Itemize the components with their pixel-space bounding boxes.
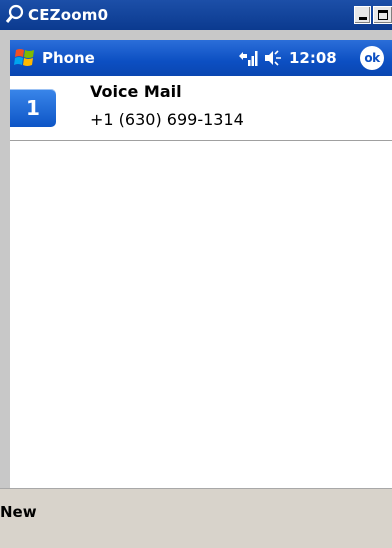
ok-button[interactable]: ok [360, 46, 384, 70]
contact-number: +1 (630) 699-1314 [90, 110, 244, 129]
clock-time[interactable]: 12:08 [289, 49, 337, 67]
app-title[interactable]: Phone [42, 49, 95, 67]
speed-dial-item[interactable]: 1 Voice Mail +1 (630) 699-1314 [10, 76, 392, 141]
speed-dial-list: 1 Voice Mail +1 (630) 699-1314 [10, 76, 392, 141]
host-window-title: CEZoom0 [28, 6, 109, 24]
minimize-button[interactable] [354, 6, 371, 24]
new-softkey[interactable]: New [0, 503, 37, 521]
host-window-titlebar[interactable]: CEZoom0 [0, 0, 392, 30]
magnifier-icon [5, 4, 24, 23]
maximize-button[interactable] [373, 6, 392, 24]
device-screen: Phone 12:08 ok 1 Voice Mail +1 (630) 699… [10, 40, 392, 548]
softkey-bar: New [0, 488, 392, 548]
navigation-bar: Phone 12:08 ok [10, 40, 392, 76]
speed-dial-slot-badge: 1 [10, 89, 56, 127]
start-flag-icon[interactable] [12, 46, 38, 70]
signal-icon[interactable] [237, 48, 259, 68]
contact-name: Voice Mail [90, 82, 182, 101]
volume-icon[interactable] [264, 50, 282, 66]
